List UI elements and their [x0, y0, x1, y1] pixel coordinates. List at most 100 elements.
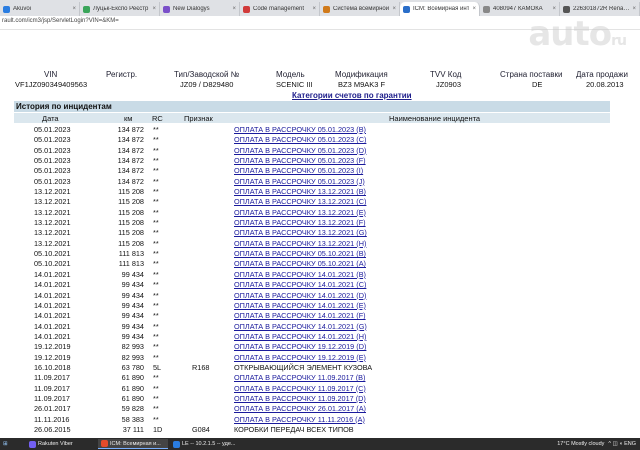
incident-name[interactable]: ОПЛАТА В РАССРОЧКУ 19.12.2019 (E)	[234, 353, 366, 362]
incident-name[interactable]: ОПЛАТА В РАССРОЧКУ 05.01.2023 (I)	[234, 166, 363, 175]
value-country: DE	[532, 80, 543, 89]
table-row: 14.01.2021 99 434 ** ОПЛАТА В РАССРОЧКУ 14.…	[14, 310, 610, 320]
tab-label: Akuvoi	[13, 6, 32, 12]
incident-name[interactable]: ОПЛАТА В РАССРОЧКУ 11.09.2017 (D)	[234, 394, 366, 403]
weather-text[interactable]: 17°C Mostly cloudy	[557, 441, 604, 447]
incident-name[interactable]: ОПЛАТА В РАССРОЧКУ 13.12.2021 (G)	[234, 228, 367, 237]
incident-name[interactable]: ОПЛАТА В РАССРОЧКУ 13.12.2021 (F)	[234, 218, 366, 227]
column-sign: Признак	[184, 114, 213, 123]
incident-name[interactable]: ОПЛАТА В РАССРОЧКУ 13.12.2021 (E)	[234, 208, 366, 217]
browser-tab[interactable]: Code management ×	[240, 2, 320, 16]
incident-date: 13.12.2021	[34, 207, 71, 217]
incident-name[interactable]: ОПЛАТА В РАССРОЧКУ 05.01.2023 (F)	[234, 156, 366, 165]
vehicle-header-row: VIN Регистр. Тип/Заводской № Модель Моди…	[0, 70, 640, 80]
incident-date: 26.06.2015	[34, 424, 71, 434]
incident-km: 61 890	[121, 393, 144, 403]
incident-rc: **	[153, 187, 159, 197]
incident-date: 11.09.2017	[34, 383, 70, 393]
incident-name[interactable]: ОПЛАТА В РАССРОЧКУ 14.01.2021 (G)	[234, 322, 367, 331]
tab-close-icon[interactable]: ×	[312, 6, 316, 12]
tab-label: 226301872R Renault	[573, 6, 630, 12]
incident-rc: **	[153, 259, 159, 269]
table-row: 19.12.2019 82 993 ** ОПЛАТА В РАССРОЧКУ 19.…	[14, 341, 610, 351]
incident-rc: **	[153, 125, 159, 134]
incident-name[interactable]: ОПЛАТА В РАССРОЧКУ 05.10.2021 (A)	[234, 259, 366, 268]
incident-name[interactable]: ОПЛАТА В РАССРОЧКУ 14.01.2021 (D)	[234, 291, 366, 300]
browser-tab[interactable]: Луцьк-Експо Реєстр ×	[80, 2, 160, 16]
tab-close-icon[interactable]: ×	[232, 6, 236, 12]
incident-km: 63 780	[121, 362, 144, 372]
address-bar[interactable]: rault.com/icm3/jsp/ServletLogin?VIN=&KM=	[0, 16, 640, 30]
incident-date: 19.12.2019	[34, 352, 71, 362]
incident-name[interactable]: ОПЛАТА В РАССРОЧКУ 14.01.2021 (B)	[234, 270, 366, 279]
incident-rc: **	[153, 300, 159, 310]
incident-name[interactable]: ОПЛАТА В РАССРОЧКУ 13.12.2021 (H)	[234, 239, 366, 248]
tab-close-icon[interactable]: ×	[472, 6, 476, 12]
incident-date: 05.10.2021	[34, 259, 71, 269]
incident-name[interactable]: ОПЛАТА В РАССРОЧКУ 14.01.2021 (H)	[234, 332, 366, 341]
start-button[interactable]: ⊞	[0, 439, 22, 449]
incident-date: 13.12.2021	[34, 228, 71, 238]
incident-km: 134 872	[117, 166, 144, 176]
incident-km: 115 208	[118, 197, 144, 207]
browser-tab[interactable]: New Dialogys ×	[160, 2, 240, 16]
taskbar-app[interactable]: Rakuten Viber	[26, 439, 96, 449]
incident-name[interactable]: ОПЛАТА В РАССРОЧКУ 05.01.2023 (B)	[234, 125, 366, 134]
table-row: 11.09.2017 61 890 ** ОПЛАТА В РАССРОЧКУ 11.…	[14, 393, 610, 403]
browser-tab[interactable]: 226301872R Renault ×	[560, 2, 640, 16]
incident-name[interactable]: ОПЛАТА В РАССРОЧКУ 13.12.2021 (C)	[234, 197, 366, 206]
warranty-categories-link[interactable]: Категории счетов по гарантии	[292, 91, 412, 100]
taskbar-app[interactable]: ICM: Всемирная и...	[98, 439, 168, 449]
incident-name[interactable]: ОПЛАТА В РАССРОЧКУ 14.01.2021 (F)	[234, 311, 366, 320]
incident-name[interactable]: ОПЛАТА В РАССРОЧКУ 13.12.2021 (B)	[234, 187, 366, 196]
tab-close-icon[interactable]: ×	[152, 6, 156, 12]
incident-date: 14.01.2021	[34, 269, 71, 279]
windows-icon: ⊞	[3, 441, 8, 447]
tab-close-icon[interactable]: ×	[632, 6, 636, 12]
tab-favicon-icon	[323, 5, 330, 13]
incident-km: 37 111	[122, 424, 144, 434]
incident-table-body: 05.01.2023 134 872 ** ОПЛАТА В РАССРОЧКУ 05…	[14, 124, 610, 434]
incident-name[interactable]: ОПЛАТА В РАССРОЧКУ 26.01.2017 (A)	[234, 404, 366, 413]
incident-name[interactable]: ОПЛАТА В РАССРОЧКУ 14.01.2021 (C)	[234, 280, 366, 289]
incident-rc: **	[153, 311, 159, 321]
browser-tab[interactable]: 4080947 КАМОКА ×	[480, 2, 560, 16]
browser-tab[interactable]: Система всемирной ×	[320, 2, 400, 16]
incident-name[interactable]: ОПЛАТА В РАССРОЧКУ 11.09.2017 (C)	[234, 384, 366, 393]
header-sale-date: Дата продажи	[576, 70, 628, 79]
incident-rc: **	[153, 228, 159, 238]
table-row: 14.01.2021 99 434 ** ОПЛАТА В РАССРОЧКУ 14.…	[14, 300, 610, 310]
table-row: 05.01.2023 134 872 ** ОПЛАТА В РАССРОЧКУ 05…	[14, 145, 610, 155]
table-row: 13.12.2021 115 208 ** ОПЛАТА В РАССРОЧКУ 13…	[14, 207, 610, 217]
incident-km: 99 434	[121, 331, 144, 341]
incident-name[interactable]: ОПЛАТА В РАССРОЧКУ 19.12.2019 (D)	[234, 342, 366, 351]
table-row: 19.12.2019 82 993 ** ОПЛАТА В РАССРОЧКУ 19.…	[14, 352, 610, 362]
incident-km: 111 813	[118, 259, 144, 269]
address-text[interactable]: rault.com/icm3/jsp/ServletLogin?VIN=&KM=	[2, 18, 119, 24]
incident-name[interactable]: ОПЛАТА В РАССРОЧКУ 11.09.2017 (B)	[234, 373, 365, 382]
header-country: Страна поставки	[500, 70, 563, 79]
incident-name[interactable]: ОПЛАТА В РАССРОЧКУ 11.11.2016 (A)	[234, 415, 365, 424]
incident-date: 05.01.2023	[34, 135, 71, 145]
tab-close-icon[interactable]: ×	[392, 6, 396, 12]
tab-close-icon[interactable]: ×	[72, 6, 76, 12]
incident-name[interactable]: ОПЛАТА В РАССРОЧКУ 05.01.2023 (D)	[234, 146, 366, 155]
app-icon	[29, 440, 36, 448]
incident-rc: **	[153, 404, 159, 414]
browser-tab[interactable]: Akuvoi ×	[0, 2, 80, 16]
incident-name[interactable]: ОПЛАТА В РАССРОЧКУ 14.01.2021 (E)	[234, 301, 366, 310]
taskbar-app[interactable]: LE -- 10.2.1.5 -- уде...	[170, 439, 240, 449]
tab-close-icon[interactable]: ×	[552, 6, 556, 12]
tray-icons[interactable]: ^ ◫ ◖ ENG	[608, 441, 636, 447]
incident-name[interactable]: ОПЛАТА В РАССРОЧКУ 05.01.2023 (J)	[234, 177, 365, 186]
incident-name[interactable]: ОПЛАТА В РАССРОЧКУ 05.10.2021 (B)	[234, 249, 366, 258]
incident-rc: **	[153, 207, 159, 217]
value-vin: VF1JZ090349409563	[15, 80, 88, 89]
incident-rc: **	[153, 321, 159, 331]
value-tvv: JZ0903	[436, 80, 462, 89]
incident-km: 82 993	[121, 352, 144, 362]
table-row: 26.06.2015 37 111 1D G084 КОРОБКИ ПЕРЕДАЧ ВС…	[14, 424, 610, 434]
incident-date: 11.09.2017	[34, 393, 70, 403]
incident-name[interactable]: ОПЛАТА В РАССРОЧКУ 05.01.2023 (C)	[234, 135, 366, 144]
browser-tab[interactable]: ICM: Всемирная инт ×	[400, 2, 480, 16]
